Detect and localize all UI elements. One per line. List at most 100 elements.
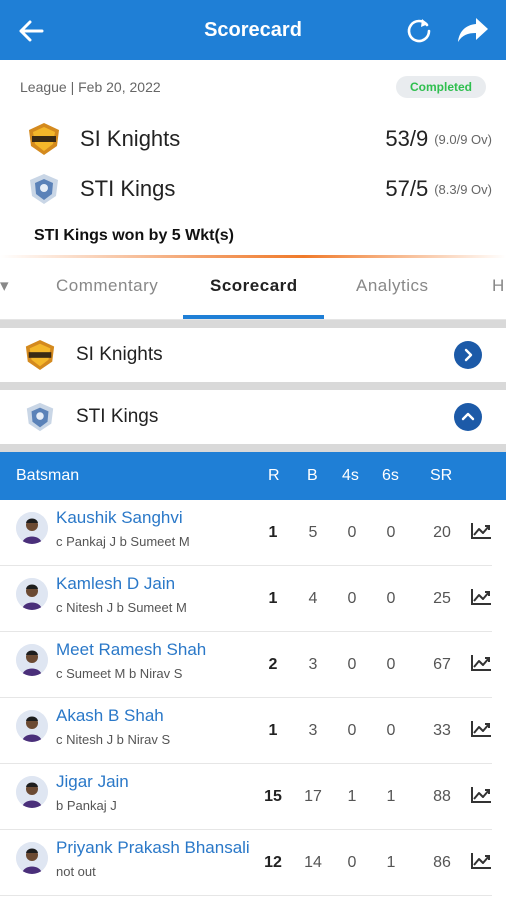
chevron-up-icon [461,412,475,421]
fours-cell: 0 [347,854,357,871]
avatar [16,512,48,544]
balls-cell: 5 [308,524,318,541]
collapse-button[interactable] [454,403,482,431]
col-balls: B [307,467,318,484]
chart-icon[interactable] [470,786,492,804]
app-bar: Scorecard [0,0,506,60]
sixes-cell: 0 [386,722,396,739]
balls-cell: 3 [308,722,318,739]
col-runs: R [268,467,280,484]
table-row: Akash B Shah c Nitesh J b Nirav S 1 3 0 0 33 [0,698,492,764]
chart-icon[interactable] [470,522,492,540]
team-logo-si-knights [22,337,58,373]
divider [0,320,506,328]
fours-cell: 0 [347,524,357,541]
batsman-name[interactable]: Kaushik Sanghvi [56,508,183,528]
team-name: STI Kings [80,176,176,201]
balls-cell: 3 [308,656,318,673]
team-name: SI Knights [80,126,181,151]
tab-partial-left[interactable]: ▾ [0,276,9,296]
batsman-name[interactable]: Meet Ramesh Shah [56,640,206,660]
strike-rate-cell: 88 [433,788,451,805]
balls-cell: 17 [304,788,322,805]
col-fours: 4s [342,467,359,484]
strike-rate-cell: 86 [433,854,451,871]
runs-cell: 1 [268,590,278,607]
match-result: STI Kings won by 5 Wkt(s) [34,227,235,244]
fours-cell: 0 [347,722,357,739]
team-overs: (9.0/9 Ov) [434,131,492,147]
team-logo-si-knights [24,119,64,159]
dismissal-text: c Nitesh J b Nirav S [56,732,171,747]
tab-scorecard[interactable]: Scorecard [210,276,298,296]
match-summary: League | Feb 20, 2022 Completed SI Knigh… [0,60,506,258]
share-button[interactable] [454,13,492,47]
avatar [16,710,48,742]
dismissal-text: c Pankaj J b Sumeet M [56,534,190,549]
runs-cell: 2 [268,656,278,673]
back-button[interactable] [14,14,48,48]
arrow-left-icon [19,20,44,42]
innings-team-name: STI Kings [76,406,159,427]
team-logo-sti-kings [24,169,64,209]
dismissal-text: not out [56,864,96,879]
col-sixes: 6s [382,467,399,484]
batsman-name[interactable]: Priyank Prakash Bhansali [56,838,250,858]
innings-si-knights[interactable]: SI Knights [0,328,506,382]
dismissal-text: c Nitesh J b Sumeet M [56,600,187,615]
refresh-button[interactable] [402,13,436,47]
strike-rate-cell: 67 [433,656,451,673]
divider [0,382,506,390]
strike-rate-cell: 25 [433,590,451,607]
runs-cell: 1 [268,524,278,541]
table-row: Kaushik Sanghvi c Pankaj J b Sumeet M 1 5 0 0… [0,500,492,566]
innings-sti-kings[interactable]: STI Kings [0,390,506,444]
strike-rate-cell: 20 [433,524,451,541]
col-batsman: Batsman [16,467,80,484]
batting-list: Kaushik Sanghvi c Pankaj J b Sumeet M1500… [0,500,506,896]
runs-cell: 12 [264,854,282,871]
batsman-name[interactable]: Akash B Shah [56,706,164,726]
fours-cell: 0 [347,590,357,607]
share-icon [458,18,488,42]
strike-rate-cell: 33 [433,722,451,739]
batting-header: Batsman R B 4s 6s SR [0,452,506,500]
divider [0,444,506,452]
runs-cell: 1 [268,722,278,739]
avatar [16,842,48,874]
team-score: 57/5 [385,176,429,201]
sixes-cell: 0 [386,524,396,541]
table-row: Jigar Jain b Pankaj J 15 17 1 1 88 [0,764,492,830]
chart-icon[interactable] [470,588,492,606]
fours-cell: 1 [347,788,357,805]
avatar [16,578,48,610]
table-row: Meet Ramesh Shah c Sumeet M b Nirav S 2 3 0 0… [0,632,492,698]
dismissal-text: c Sumeet M b Nirav S [56,666,183,681]
batsman-name[interactable]: Jigar Jain [56,772,129,792]
tab-analytics[interactable]: Analytics [356,276,429,296]
tab-commentary[interactable]: Commentary [56,276,158,296]
chart-icon[interactable] [470,654,492,672]
team-row-1: SI Knights 53/9 (9.0/9 Ov) [20,114,492,164]
active-tab-indicator [183,315,324,319]
fours-cell: 0 [347,656,357,673]
team-score: 53/9 [385,126,429,151]
avatar [16,776,48,808]
table-row: Priyank Prakash Bhansali not out 12 14 0 1 86 [0,830,492,896]
expand-button[interactable] [454,341,482,369]
team-logo-sti-kings [22,399,58,435]
runs-cell: 15 [264,788,282,805]
chart-icon[interactable] [470,852,492,870]
col-strike-rate: SR [430,467,453,484]
tab-bar: ▾ Commentary Scorecard Analytics H [0,258,506,320]
sixes-cell: 1 [386,788,396,805]
status-badge: Completed [395,76,486,98]
refresh-icon [407,19,431,43]
team-row-2: STI Kings 57/5 (8.3/9 Ov) [20,164,492,214]
chart-icon[interactable] [470,720,492,738]
tab-partial-right[interactable]: H [492,276,505,296]
batsman-name[interactable]: Kamlesh D Jain [56,574,175,594]
innings-team-name: SI Knights [76,344,163,365]
dismissal-text: b Pankaj J [56,798,117,813]
team-overs: (8.3/9 Ov) [434,181,492,197]
